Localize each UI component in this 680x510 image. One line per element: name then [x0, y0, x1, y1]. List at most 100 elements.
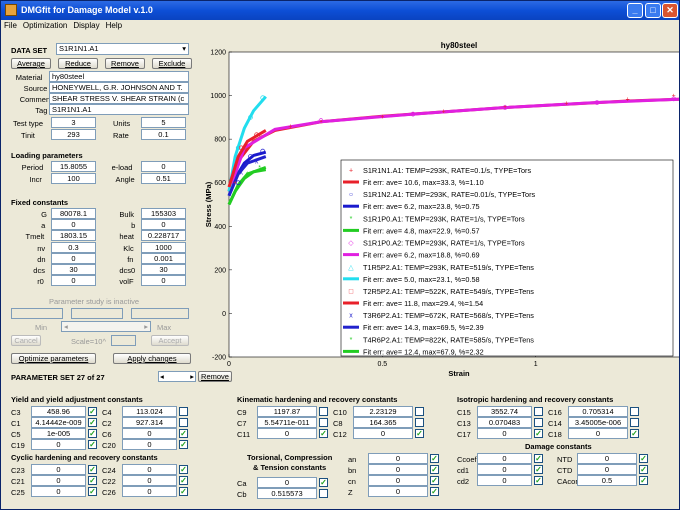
- fixed-field[interactable]: 0.001: [141, 252, 186, 264]
- const-field[interactable]: 0: [257, 477, 317, 488]
- const-checkbox[interactable]: ✓: [179, 465, 188, 474]
- const-field[interactable]: 4.14442e-009: [31, 417, 86, 428]
- const-checkbox[interactable]: [319, 407, 328, 416]
- fixed-field[interactable]: 80078.1: [51, 208, 96, 219]
- const-checkbox[interactable]: [415, 418, 424, 427]
- fixed-field[interactable]: 1000: [141, 241, 186, 253]
- const-field[interactable]: 0: [577, 453, 637, 464]
- fixed-field[interactable]: 0: [51, 252, 96, 264]
- meta-field[interactable]: SHEAR STRESS V. SHEAR STRAIN (c: [49, 93, 189, 104]
- loading-field[interactable]: 0.51: [141, 173, 186, 184]
- minimize-button[interactable]: _: [627, 3, 643, 18]
- const-checkbox[interactable]: [630, 418, 639, 427]
- loading-field[interactable]: 100: [51, 173, 96, 184]
- const-checkbox[interactable]: ✓: [639, 476, 648, 485]
- const-field[interactable]: 0: [477, 475, 532, 486]
- const-checkbox[interactable]: ✓: [88, 465, 97, 474]
- menu-display[interactable]: Display: [70, 20, 102, 31]
- const-field[interactable]: 0: [122, 464, 177, 475]
- const-checkbox[interactable]: ✓: [319, 478, 328, 487]
- apply-button[interactable]: Apply changes: [113, 353, 191, 364]
- const-checkbox[interactable]: [319, 489, 328, 498]
- const-checkbox[interactable]: [534, 418, 543, 427]
- reduce-button[interactable]: Reduce: [58, 58, 98, 69]
- const-field[interactable]: 0: [368, 486, 428, 497]
- menu-file[interactable]: File: [1, 20, 20, 31]
- const-checkbox[interactable]: ✓: [179, 476, 188, 485]
- loading-field[interactable]: 0: [141, 161, 186, 172]
- const-checkbox[interactable]: [179, 418, 188, 427]
- const-field[interactable]: 0: [31, 464, 86, 475]
- const-checkbox[interactable]: ✓: [88, 440, 97, 449]
- const-field[interactable]: 1197.87: [257, 406, 317, 417]
- const-checkbox[interactable]: ✓: [639, 454, 648, 463]
- const-checkbox[interactable]: ✓: [319, 429, 328, 438]
- const-field[interactable]: 0: [122, 428, 177, 439]
- fixed-field[interactable]: 155303: [141, 208, 186, 219]
- const-field[interactable]: 3.45005e-006: [568, 417, 628, 428]
- const-checkbox[interactable]: [415, 407, 424, 416]
- fixed-field[interactable]: 0: [141, 275, 186, 287]
- const-field[interactable]: 0: [477, 464, 532, 475]
- rate-field[interactable]: 0.1: [141, 129, 186, 140]
- fixed-field[interactable]: 30: [141, 264, 186, 275]
- const-field[interactable]: 0: [31, 439, 86, 450]
- accept-button[interactable]: Accept: [151, 335, 189, 346]
- const-field[interactable]: 0.5: [577, 475, 637, 486]
- meta-field[interactable]: hy80steel: [49, 71, 189, 82]
- const-checkbox[interactable]: ✓: [179, 429, 188, 438]
- fixed-field[interactable]: 30: [51, 264, 96, 275]
- menu-optimization[interactable]: Optimization: [20, 20, 70, 31]
- loading-field[interactable]: 15.8055: [51, 161, 96, 172]
- fixed-field[interactable]: 0.228717: [141, 230, 186, 242]
- const-checkbox[interactable]: ✓: [534, 429, 543, 438]
- const-checkbox[interactable]: ✓: [415, 429, 424, 438]
- const-checkbox[interactable]: ✓: [534, 476, 543, 485]
- const-field[interactable]: 0.070483: [477, 417, 532, 428]
- close-button[interactable]: ✕: [662, 3, 678, 18]
- const-checkbox[interactable]: [630, 407, 639, 416]
- const-field[interactable]: 927.314: [122, 417, 177, 428]
- const-checkbox[interactable]: [534, 407, 543, 416]
- tinit-field[interactable]: 293: [51, 129, 96, 140]
- const-checkbox[interactable]: ✓: [639, 465, 648, 474]
- const-field[interactable]: 0: [31, 486, 86, 497]
- const-field[interactable]: 0: [568, 428, 628, 439]
- const-checkbox[interactable]: ✓: [88, 429, 97, 438]
- const-field[interactable]: 0: [368, 464, 428, 475]
- study-slider[interactable]: ◂ ▸: [61, 321, 151, 332]
- cancel-button[interactable]: Cancel: [11, 335, 41, 346]
- const-checkbox[interactable]: [319, 418, 328, 427]
- const-checkbox[interactable]: ✓: [430, 454, 439, 463]
- const-field[interactable]: 0: [122, 486, 177, 497]
- const-checkbox[interactable]: ✓: [179, 487, 188, 496]
- const-checkbox[interactable]: ✓: [88, 476, 97, 485]
- fixed-field[interactable]: 0.3: [51, 241, 96, 253]
- fixed-field[interactable]: 1803.15: [51, 230, 96, 242]
- optimize-button[interactable]: Optimize parameters: [11, 353, 96, 364]
- const-field[interactable]: 0: [477, 428, 532, 439]
- const-field[interactable]: 113.024: [122, 406, 177, 417]
- menu-help[interactable]: Help: [103, 20, 125, 31]
- const-field[interactable]: 0: [577, 464, 637, 475]
- dataset-select[interactable]: S1R1N1.A1 ▾: [56, 43, 189, 55]
- const-checkbox[interactable]: ✓: [179, 440, 188, 449]
- testtype-field[interactable]: 3: [51, 117, 96, 128]
- const-checkbox[interactable]: ✓: [430, 476, 439, 485]
- const-checkbox[interactable]: ✓: [88, 418, 97, 427]
- const-field[interactable]: 0: [368, 453, 428, 464]
- const-field[interactable]: 0: [477, 453, 532, 464]
- const-checkbox[interactable]: ✓: [88, 407, 97, 416]
- const-field[interactable]: 5.54711e-011: [257, 417, 317, 428]
- const-field[interactable]: 0: [31, 475, 86, 486]
- const-field[interactable]: 1e-005: [31, 428, 86, 439]
- const-field[interactable]: 458.96: [31, 406, 86, 417]
- const-checkbox[interactable]: [179, 407, 188, 416]
- average-button[interactable]: Average: [11, 58, 51, 69]
- const-field[interactable]: 3552.74: [477, 406, 532, 417]
- const-field[interactable]: 0.705314: [568, 406, 628, 417]
- const-field[interactable]: 0: [368, 475, 428, 486]
- fixed-field[interactable]: 0: [51, 219, 96, 231]
- paramset-scroll[interactable]: ◂ ▸: [158, 371, 196, 382]
- const-checkbox[interactable]: ✓: [430, 487, 439, 496]
